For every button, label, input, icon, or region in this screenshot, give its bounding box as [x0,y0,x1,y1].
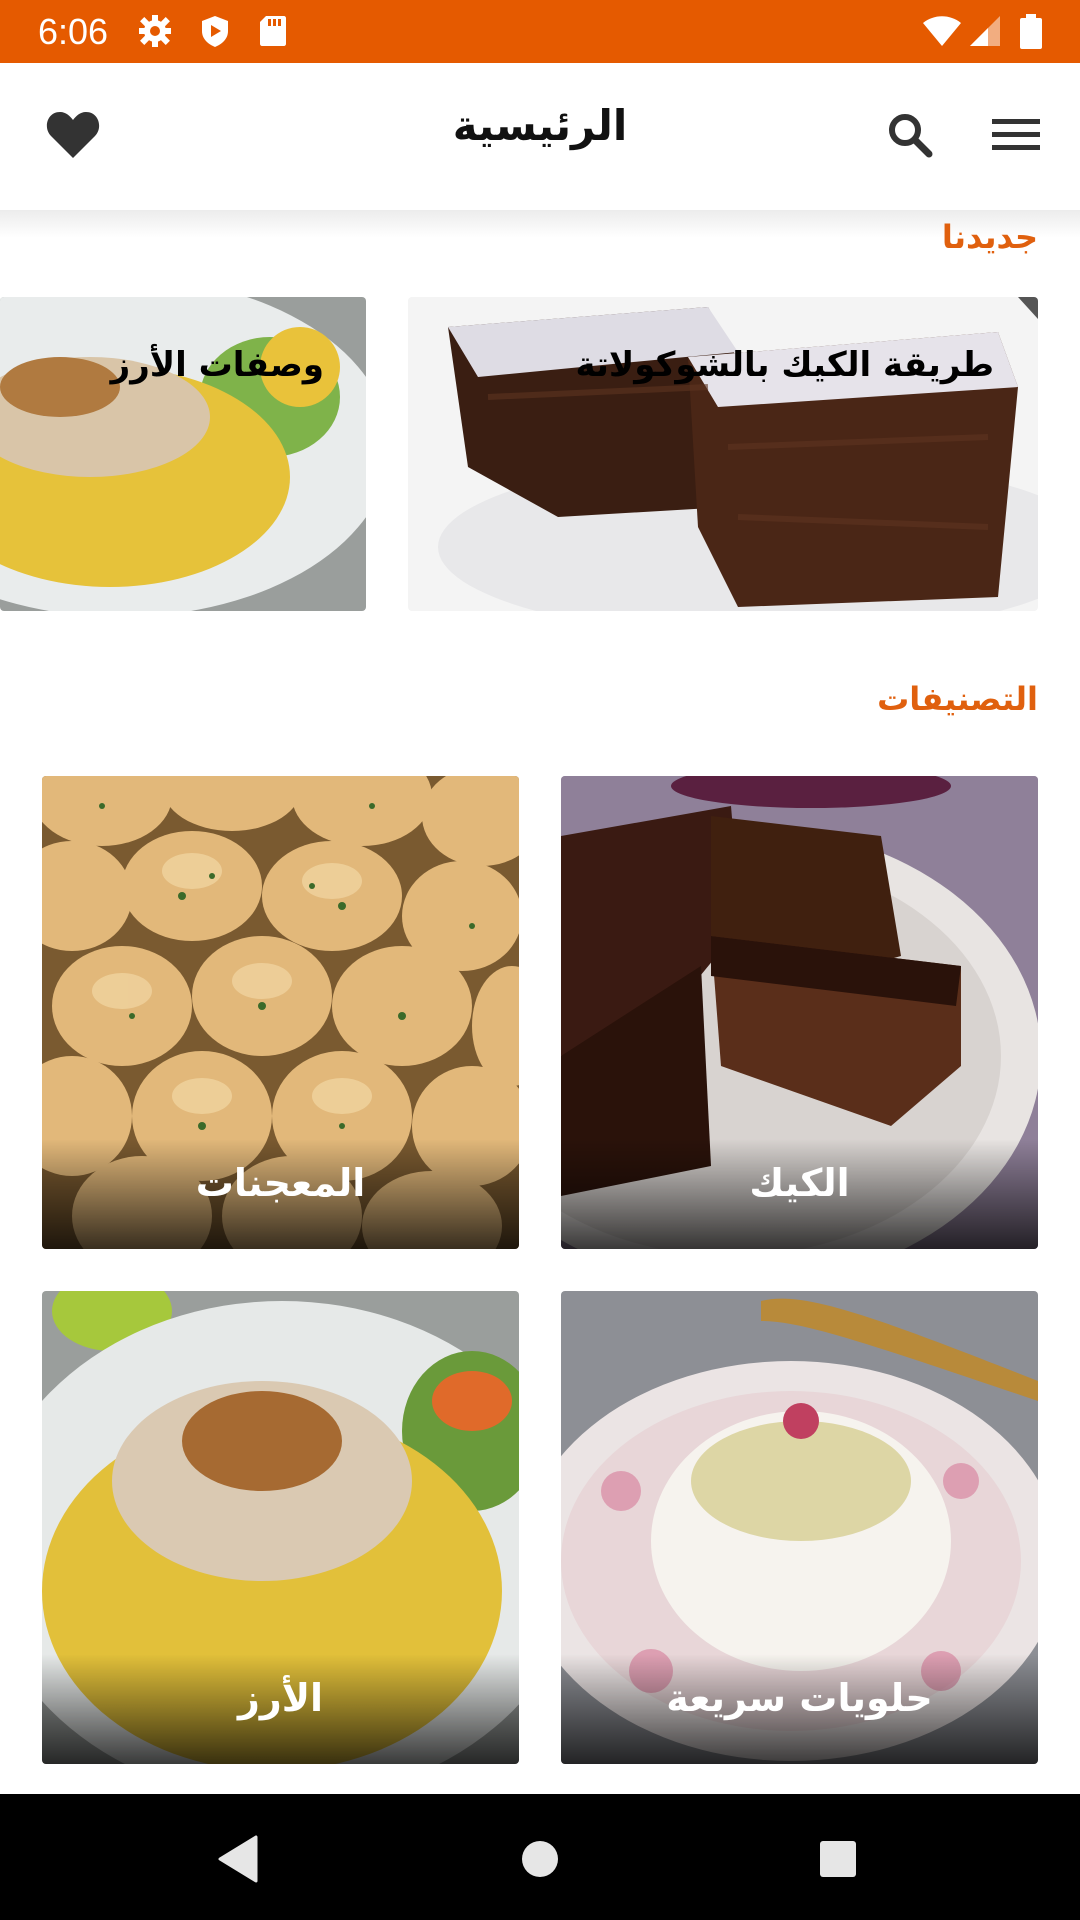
app-bar: الرئيسية [0,63,1080,210]
menu-icon[interactable] [986,105,1046,165]
category-card-quick-desserts[interactable]: حلويات سريعة [561,1291,1038,1764]
featured-label: وصفات الأرز [110,345,324,385]
status-time: 6:06 [38,11,109,52]
status-bar: 6:06 [0,0,1080,63]
signal-icon [968,14,1002,48]
category-card-cake[interactable]: الكيك [561,776,1038,1249]
app-bar-shadow [0,210,1080,238]
category-card-pastries[interactable]: المعجنات [42,776,519,1249]
home-icon[interactable] [510,1829,570,1889]
featured-card-chocolate-cake[interactable]: طريقة الكيك بالشوكولاتة [408,297,1038,611]
featured-section-title: جديدنا [941,218,1038,256]
recents-icon[interactable] [808,1829,868,1889]
wifi-icon [922,14,962,48]
settings-icon [138,14,172,48]
categories-section-title: التصنيفات [877,680,1038,718]
sd-card-icon [256,14,290,48]
shield-icon [198,14,232,48]
category-card-rice[interactable]: الأرز [42,1291,519,1764]
back-icon[interactable] [208,1829,268,1889]
battery-icon [1018,14,1044,49]
category-label: المعجنات [195,1161,366,1205]
category-label: الكيك [749,1161,850,1205]
category-label: حلويات سريعة [666,1676,933,1720]
featured-label: طريقة الكيك بالشوكولاتة [575,345,994,385]
system-nav-bar [0,1794,1080,1920]
category-label: الأرز [237,1676,324,1720]
search-icon[interactable] [880,105,940,165]
featured-card-rice[interactable]: وصفات الأرز [0,297,366,611]
